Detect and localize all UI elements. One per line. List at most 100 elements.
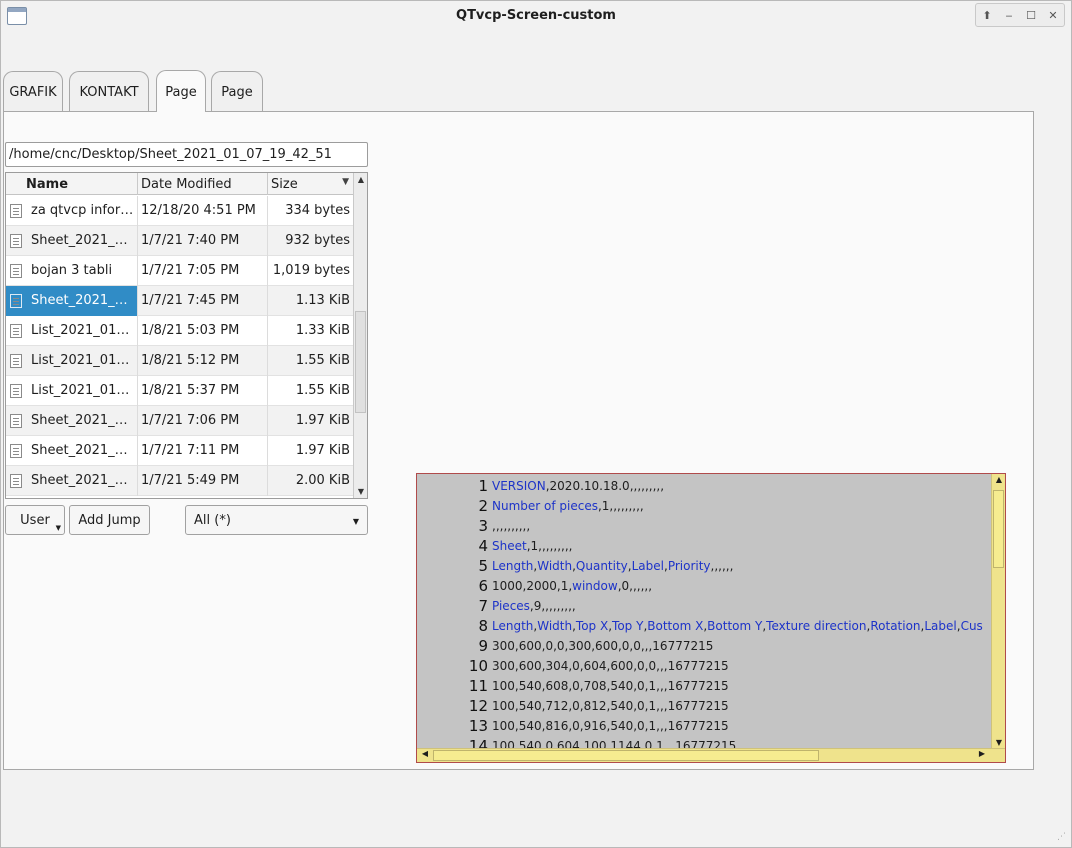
keep-above-icon[interactable]: ⬆ — [978, 9, 996, 22]
tab-kontakt[interactable]: KONTAKT — [69, 71, 149, 112]
file-date-cell: 1/7/21 7:05 PM — [138, 256, 268, 286]
line-number: 14 — [468, 737, 488, 748]
document-icon — [10, 444, 22, 458]
menu-indicator-icon: ▼ — [55, 524, 61, 532]
editor-line: 1 VERSION,2020.10.18.0,,,,,,,,, — [417, 476, 991, 496]
file-size-cell: 1.55 KiB — [295, 353, 350, 368]
line-text: 100,540,608,0,708,540,0,1,,,16777215 — [492, 679, 729, 693]
document-icon — [10, 384, 22, 398]
minimize-icon[interactable]: ‒ — [1000, 9, 1018, 22]
scroll-right-icon[interactable]: ▶ — [975, 749, 989, 758]
table-row[interactable]: bojan 3 tabli 1/7/21 7:05 PM 1,019 bytes — [6, 256, 353, 286]
document-icon — [10, 294, 22, 308]
line-text: 300,600,304,0,604,600,0,0,,,16777215 — [492, 659, 729, 673]
editor-line: 6 1000,2000,1,window,0,,,,,, — [417, 576, 991, 596]
table-row[interactable]: Sheet_2021_… 1/7/21 7:45 PM 1.13 KiB — [6, 286, 353, 316]
file-name-cell: Sheet_2021_… — [6, 286, 138, 316]
editor-line: 3,,,,,,,,,, — [417, 516, 991, 536]
file-date-cell: 1/7/21 7:06 PM — [138, 406, 268, 436]
table-row[interactable]: List_2021_01… 1/8/21 5:03 PM 1.33 KiB — [6, 316, 353, 346]
column-header-date[interactable]: Date Modified — [138, 173, 268, 195]
table-row[interactable]: Sheet_2021_… 1/7/21 7:11 PM 1.97 KiB — [6, 436, 353, 466]
tab-label: KONTAKT — [79, 85, 139, 100]
line-number: 8 — [478, 617, 488, 635]
column-header-size[interactable]: Size ▼ — [268, 173, 353, 195]
table-row[interactable]: List_2021_01… 1/8/21 5:12 PM 1.55 KiB — [6, 346, 353, 376]
user-button-label: User — [20, 513, 50, 528]
scrollbar-thumb[interactable] — [433, 750, 819, 761]
window-title: QTvcp-Screen-custom — [456, 8, 616, 23]
file-size-cell: 1.97 KiB — [295, 413, 350, 428]
scroll-down-icon[interactable]: ▼ — [354, 487, 367, 496]
editor-line: 12 100,540,712,0,812,540,0,1,,,16777215 — [417, 696, 991, 716]
tab-grafik[interactable]: GRAFIK — [3, 71, 63, 112]
column-header-name[interactable]: Name — [6, 173, 138, 195]
table-row[interactable]: za qtvcp infor… 12/18/20 4:51 PM 334 bytes — [6, 196, 353, 226]
line-number: 13 — [468, 717, 488, 735]
editor-line: 10 300,600,304,0,604,600,0,0,,,16777215 — [417, 656, 991, 676]
editor-line: 11 100,540,608,0,708,540,0,1,,,16777215 — [417, 676, 991, 696]
line-number: 5 — [478, 557, 488, 575]
tab-page-2[interactable]: Page — [211, 71, 263, 112]
file-name-cell: bojan 3 tabli — [6, 256, 138, 286]
editor-vertical-scrollbar[interactable]: ▲ ▼ — [991, 474, 1005, 748]
line-number: 10 — [468, 657, 488, 675]
main-window: QTvcp-Screen-custom ⬆ ‒ ☐ ✕ GRAFIK KONTA… — [0, 0, 1072, 848]
tab-label: GRAFIK — [9, 85, 57, 100]
line-number: 4 — [478, 537, 488, 555]
column-header-size-label: Size — [271, 177, 298, 192]
editor-horizontal-scrollbar[interactable]: ◀ ▶ — [417, 748, 1005, 762]
document-icon — [10, 414, 22, 428]
table-row[interactable]: Sheet_2021_… 1/7/21 5:49 PM 2.00 KiB — [6, 466, 353, 496]
line-number: 11 — [468, 677, 488, 695]
line-text: Pieces,9,,,,,,,,, — [492, 599, 576, 613]
file-name-cell: List_2021_01… — [6, 316, 138, 346]
line-number: 6 — [478, 577, 488, 595]
editor-line: 14 100,540,0,604,100,1144,0,1,,,16777215 — [417, 736, 991, 748]
window-controls: ⬆ ‒ ☐ ✕ — [975, 3, 1065, 27]
line-text: VERSION,2020.10.18.0,,,,,,,,, — [492, 479, 665, 493]
add-jump-button[interactable]: Add Jump — [69, 505, 150, 535]
user-button[interactable]: User ▼ — [5, 505, 65, 535]
scroll-down-icon[interactable]: ▼ — [992, 738, 1005, 747]
file-list-scrollbar[interactable]: ▲ ▼ — [353, 173, 367, 498]
line-text: Length,Width,Quantity,Label,Priority,,,,… — [492, 559, 734, 573]
gcode-editor[interactable]: 1 VERSION,2020.10.18.0,,,,,,,,, 2 Number of… — [416, 473, 1006, 763]
line-text: 100,540,816,0,916,540,0,1,,,16777215 — [492, 719, 729, 733]
close-icon[interactable]: ✕ — [1044, 9, 1062, 22]
file-size-cell: 1,019 bytes — [272, 263, 350, 278]
line-number: 12 — [468, 697, 488, 715]
editor-text-area[interactable]: 1 VERSION,2020.10.18.0,,,,,,,,, 2 Number of… — [417, 476, 991, 748]
table-row[interactable]: List_2021_01… 1/8/21 5:37 PM 1.55 KiB — [6, 376, 353, 406]
document-icon — [10, 234, 22, 248]
line-number: 2 — [478, 497, 488, 515]
file-name-cell: Sheet_2021_… — [6, 466, 138, 496]
scrollbar-thumb[interactable] — [355, 311, 366, 413]
file-filter-select[interactable]: All (*) ▼ — [185, 505, 368, 535]
document-icon — [10, 264, 22, 278]
document-icon — [10, 474, 22, 488]
editor-line: 4 Sheet,1,,,,,,,,, — [417, 536, 991, 556]
file-list-table: Name Date Modified Size ▼ za qtvcp infor… — [5, 172, 368, 499]
file-name: List_2021_01… — [31, 353, 130, 368]
editor-line: 9 300,600,0,0,300,600,0,0,,,16777215 — [417, 636, 991, 656]
file-date-cell: 1/8/21 5:03 PM — [138, 316, 268, 346]
resize-grip-icon[interactable]: ⋰ — [1057, 833, 1067, 843]
editor-line: 2 Number of pieces,1,,,,,,,,, — [417, 496, 991, 516]
maximize-icon[interactable]: ☐ — [1022, 9, 1040, 22]
file-name-cell: Sheet_2021_… — [6, 406, 138, 436]
tab-page-1[interactable]: Page — [156, 70, 206, 112]
file-filter-value: All (*) — [194, 513, 231, 528]
scroll-up-icon[interactable]: ▲ — [992, 475, 1005, 484]
scroll-left-icon[interactable]: ◀ — [418, 749, 432, 758]
file-size-cell: 2.00 KiB — [295, 473, 350, 488]
line-number: 3 — [478, 517, 488, 535]
table-row[interactable]: Sheet_2021_… 1/7/21 7:40 PM 932 bytes — [6, 226, 353, 256]
document-icon — [10, 354, 22, 368]
scroll-up-icon[interactable]: ▲ — [354, 175, 367, 184]
path-input[interactable]: /home/cnc/Desktop/Sheet_2021_01_07_19_42… — [5, 142, 368, 167]
file-size-cell: 1.13 KiB — [295, 293, 350, 308]
document-icon — [10, 204, 22, 218]
table-row[interactable]: Sheet_2021_… 1/7/21 7:06 PM 1.97 KiB — [6, 406, 353, 436]
scrollbar-thumb[interactable] — [993, 490, 1004, 568]
